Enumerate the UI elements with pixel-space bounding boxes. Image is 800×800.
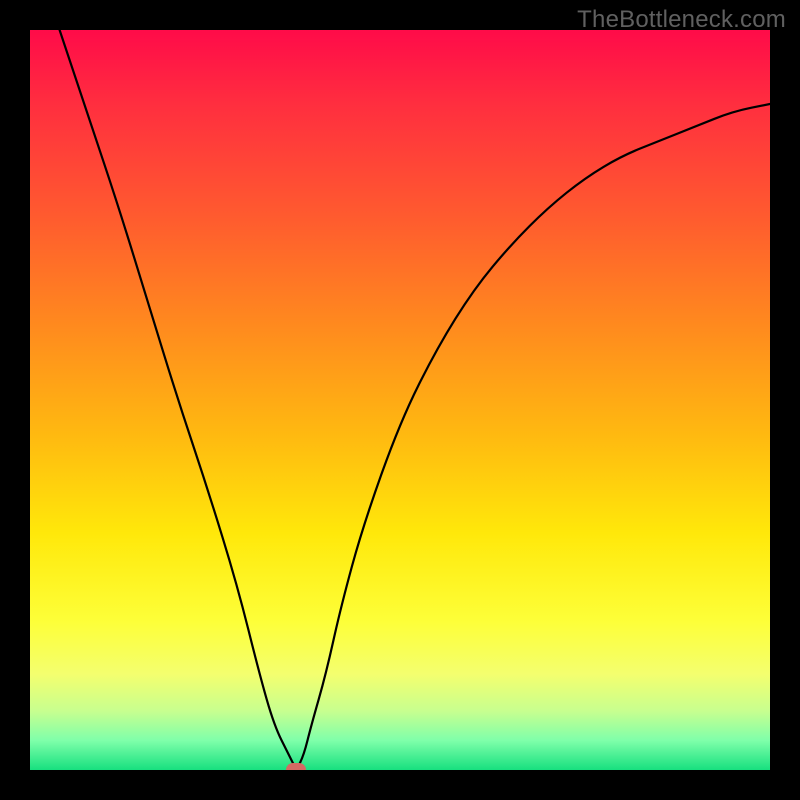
bottleneck-curve — [60, 30, 770, 766]
chart-frame: TheBottleneck.com — [0, 0, 800, 800]
optimal-point-marker — [286, 763, 306, 770]
plot-area — [30, 30, 770, 770]
curve-layer — [30, 30, 770, 770]
watermark-label: TheBottleneck.com — [577, 6, 786, 34]
